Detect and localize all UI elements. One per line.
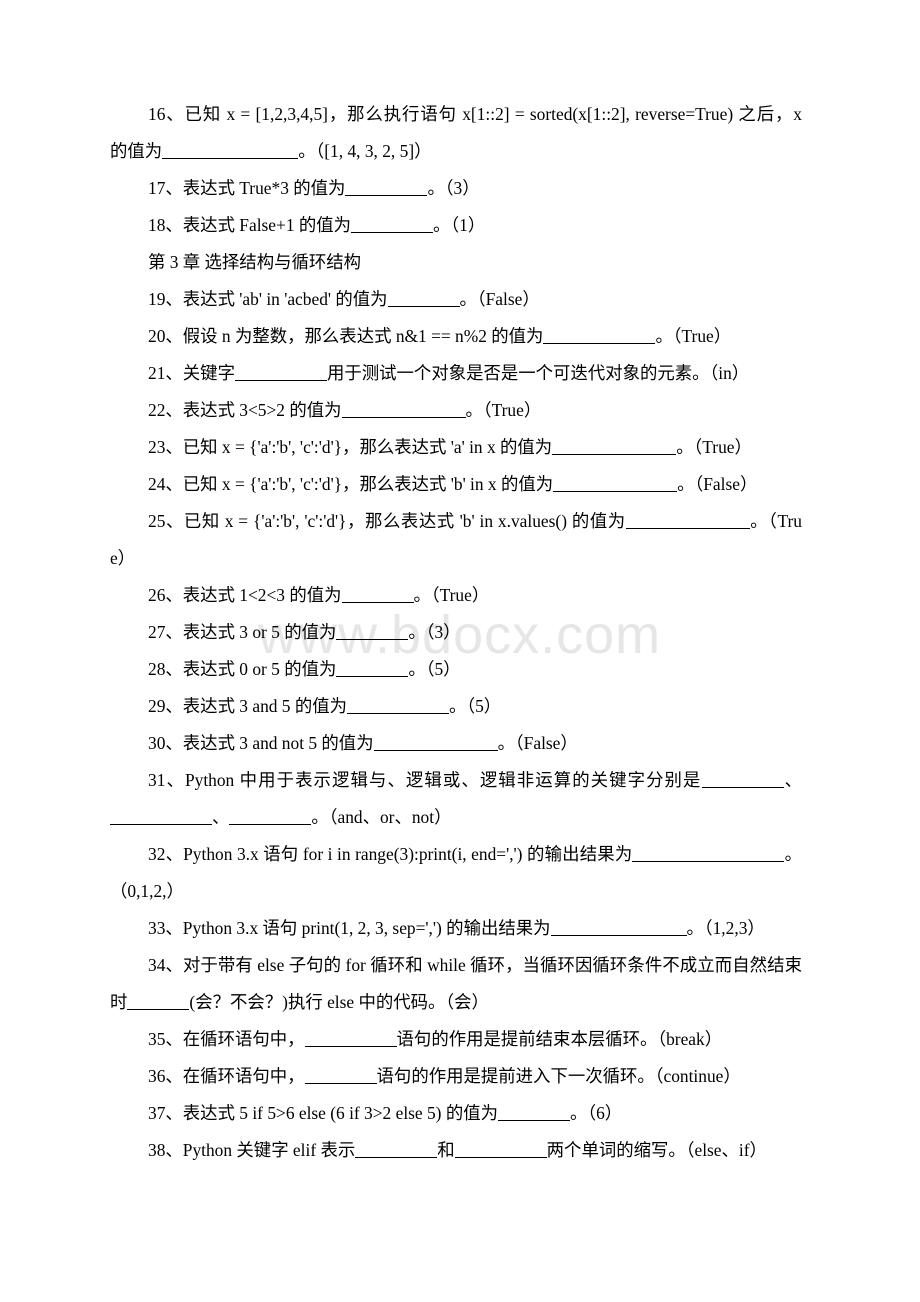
question-text: 30、表达式 3 and not 5 的值为 bbox=[148, 733, 374, 753]
question-item-20: 20、假设 n 为整数，那么表达式 n&1 == n%2 的值为 。（True） bbox=[110, 318, 802, 355]
question-text: 38、Python 关键字 elif 表示 bbox=[148, 1140, 356, 1160]
question-text: 25、已知 x = {'a':'b', 'c':'d'}，那么表达式 'b' i… bbox=[148, 511, 626, 531]
question-item-38: 38、Python 关键字 elif 表示 和 两个单词的缩写。（else、if） bbox=[110, 1132, 802, 1169]
question-item-21: 21、关键字 用于测试一个对象是否是一个可迭代对象的元素。（in） bbox=[110, 355, 802, 392]
question-separator: 和 bbox=[437, 1140, 455, 1160]
question-item-35: 35、在循环语句中， 语句的作用是提前结束本层循环。（break） bbox=[110, 1021, 802, 1058]
question-text: 21、关键字 bbox=[148, 363, 235, 383]
question-item-23: 23、已知 x = {'a':'b', 'c':'d'}，那么表达式 'a' i… bbox=[110, 429, 802, 466]
question-text: 18、表达式 False+1 的值为 bbox=[148, 215, 352, 235]
answer-blank[interactable] bbox=[304, 1029, 397, 1047]
question-item-36: 36、在循环语句中， 语句的作用是提前进入下一次循环。（continue） bbox=[110, 1058, 802, 1095]
answer-blank[interactable] bbox=[234, 363, 327, 381]
answer-blank[interactable] bbox=[701, 770, 784, 788]
question-answer: 语句的作用是提前结束本层循环。（break） bbox=[396, 1029, 723, 1049]
question-answer: 。（False） bbox=[459, 289, 540, 309]
question-answer: 。（[1, 4, 3, 2, 5]） bbox=[298, 141, 432, 161]
chapter-heading: 第 3 章 选择结构与循环结构 bbox=[148, 252, 362, 272]
question-item-32: 32、Python 3.x 语句 for i in range(3):print… bbox=[110, 836, 802, 910]
answer-blank[interactable] bbox=[351, 215, 434, 233]
answer-blank[interactable] bbox=[387, 289, 460, 307]
question-item-29: 29、表达式 3 and 5 的值为 。（5） bbox=[110, 688, 802, 725]
answer-blank[interactable] bbox=[229, 807, 312, 825]
question-item-30: 30、表达式 3 and not 5 的值为 。（False） bbox=[110, 725, 802, 762]
question-text: 24、已知 x = {'a':'b', 'c':'d'}，那么表达式 'b' i… bbox=[148, 474, 554, 494]
question-answer: (会？不会？)执行 else 中的代码。（会） bbox=[189, 992, 489, 1012]
answer-blank[interactable] bbox=[341, 585, 414, 603]
question-item-25: 25、已知 x = {'a':'b', 'c':'d'}，那么表达式 'b' i… bbox=[110, 503, 802, 577]
question-separator: 、 bbox=[212, 807, 230, 827]
question-item-33: 33、Python 3.x 语句 print(1, 2, 3, sep=',')… bbox=[110, 910, 802, 947]
question-text: 33、Python 3.x 语句 print(1, 2, 3, sep=',')… bbox=[148, 918, 551, 938]
question-text: 29、表达式 3 and 5 的值为 bbox=[148, 696, 348, 716]
question-item-34: 34、对于带有 else 子句的 for 循环和 while 循环，当循环因循环… bbox=[110, 947, 802, 1021]
question-text: 35、在循环语句中， bbox=[148, 1029, 305, 1049]
question-item-22: 22、表达式 3<5>2 的值为 。（True） bbox=[110, 392, 802, 429]
question-item-18: 18、表达式 False+1 的值为 。（1） bbox=[110, 207, 802, 244]
question-item-27: 27、表达式 3 or 5 的值为 。（3） bbox=[110, 614, 802, 651]
questions-list: 16、已知 x = [1,2,3,4,5]，那么执行语句 x[1::2] = s… bbox=[110, 96, 802, 1169]
question-answer: 。（False） bbox=[497, 733, 578, 753]
answer-blank[interactable] bbox=[341, 400, 466, 418]
question-item-17: 17、表达式 True*3 的值为 。（3） bbox=[110, 170, 802, 207]
question-text: 26、表达式 1<2<3 的值为 bbox=[148, 585, 342, 605]
question-item-37: 37、表达式 5 if 5>6 else (6 if 3>2 else 5) 的… bbox=[110, 1095, 802, 1132]
question-text: 20、假设 n 为整数，那么表达式 n&1 == n%2 的值为 bbox=[148, 326, 544, 346]
question-text: 32、Python 3.x 语句 for i in range(3):print… bbox=[148, 844, 633, 864]
answer-blank[interactable] bbox=[355, 1140, 438, 1158]
question-item-24: 24、已知 x = {'a':'b', 'c':'d'}，那么表达式 'b' i… bbox=[110, 466, 802, 503]
question-text: 22、表达式 3<5>2 的值为 bbox=[148, 400, 342, 420]
document-page: 16、已知 x = [1,2,3,4,5]，那么执行语句 x[1::2] = s… bbox=[0, 0, 920, 1302]
question-text: 37、表达式 5 if 5>6 else (6 if 3>2 else 5) 的… bbox=[148, 1103, 498, 1123]
question-answer: 。（True） bbox=[413, 585, 490, 605]
answer-blank[interactable] bbox=[162, 141, 299, 159]
answer-blank[interactable] bbox=[304, 1066, 377, 1084]
question-text: 19、表达式 'ab' in 'acbed' 的值为 bbox=[148, 289, 388, 309]
question-answer: 。（5） bbox=[449, 696, 502, 716]
question-answer: 。（and、or、not） bbox=[311, 807, 452, 827]
question-answer: 用于测试一个对象是否是一个可迭代对象的元素。（in） bbox=[326, 363, 750, 383]
question-text: 36、在循环语句中， bbox=[148, 1066, 305, 1086]
question-answer: 。（True） bbox=[676, 437, 752, 457]
answer-blank[interactable] bbox=[543, 326, 656, 344]
question-item-31: 31、Python 中用于表示逻辑与、逻辑或、逻辑非运算的关键字分别是、、 。（a… bbox=[110, 762, 802, 836]
question-item-28: 28、表达式 0 or 5 的值为 。（5） bbox=[110, 651, 802, 688]
answer-blank[interactable] bbox=[373, 733, 498, 751]
answer-blank[interactable] bbox=[553, 474, 678, 492]
answer-blank[interactable] bbox=[110, 807, 212, 825]
question-answer: 语句的作用是提前进入下一次循环。（continue） bbox=[376, 1066, 741, 1086]
question-answer: 。（1） bbox=[433, 215, 486, 235]
question-text: 31、Python 中用于表示逻辑与、逻辑或、逻辑非运算的关键字分别是 bbox=[148, 770, 702, 790]
question-text: 17、表达式 True*3 的值为 bbox=[148, 178, 346, 198]
answer-blank[interactable] bbox=[347, 696, 450, 714]
answer-blank[interactable] bbox=[127, 992, 190, 1010]
question-answer: 。（False） bbox=[677, 474, 758, 494]
answer-blank[interactable] bbox=[454, 1140, 547, 1158]
question-text: 23、已知 x = {'a':'b', 'c':'d'}，那么表达式 'a' i… bbox=[148, 437, 553, 457]
answer-blank[interactable] bbox=[336, 622, 409, 640]
question-answer: 。（True） bbox=[655, 326, 732, 346]
question-answer: 。（1,2,3） bbox=[686, 918, 765, 938]
answer-blank[interactable] bbox=[550, 918, 687, 936]
question-text: 28、表达式 0 or 5 的值为 bbox=[148, 659, 337, 679]
question-answer: 。（3） bbox=[408, 622, 461, 642]
question-answer: 。（5） bbox=[408, 659, 461, 679]
question-item-19: 19、表达式 'ab' in 'acbed' 的值为 。（False） bbox=[110, 281, 802, 318]
answer-blank[interactable] bbox=[498, 1103, 570, 1121]
question-answer: 两个单词的缩写。（else、if） bbox=[546, 1140, 767, 1160]
answer-blank[interactable] bbox=[625, 511, 750, 529]
answer-blank[interactable] bbox=[336, 659, 409, 677]
question-answer: 。（3） bbox=[427, 178, 480, 198]
question-separator: 、 bbox=[783, 770, 802, 790]
question-item-16: 16、已知 x = [1,2,3,4,5]，那么执行语句 x[1::2] = s… bbox=[110, 96, 802, 170]
question-answer: 。（True） bbox=[465, 400, 542, 420]
answer-blank[interactable] bbox=[552, 437, 677, 455]
answer-blank[interactable] bbox=[345, 178, 428, 196]
question-answer: 。（6） bbox=[570, 1103, 623, 1123]
question-item-26: 26、表达式 1<2<3 的值为 。（True） bbox=[110, 577, 802, 614]
question-text: 27、表达式 3 or 5 的值为 bbox=[148, 622, 337, 642]
answer-blank[interactable] bbox=[632, 844, 785, 862]
